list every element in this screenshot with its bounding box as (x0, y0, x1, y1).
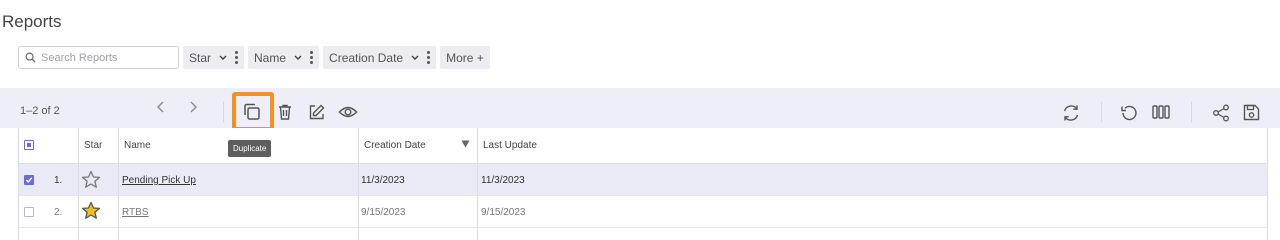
divider (1191, 102, 1192, 122)
creation-date-cell: 9/15/2023 (361, 207, 406, 218)
chevron-down-icon (219, 55, 227, 61)
star-outline-icon[interactable] (81, 170, 101, 194)
row-checkbox[interactable] (24, 207, 34, 217)
star-filled-icon[interactable] (81, 201, 101, 225)
kebab-menu-icon[interactable] (427, 51, 431, 64)
row-index: 2. (54, 207, 63, 218)
duplicate-icon[interactable] (242, 102, 262, 122)
creation-date-cell: 11/3/2023 (361, 175, 405, 186)
row-index: 1. (54, 175, 63, 186)
column-divider (118, 128, 119, 240)
chevron-down-icon (411, 55, 419, 61)
filter-bar: Star Name Creation Date More + (18, 46, 490, 69)
save-icon[interactable] (1242, 103, 1261, 122)
columns-icon[interactable] (1151, 104, 1171, 120)
search-box[interactable] (18, 46, 179, 69)
column-divider (477, 128, 478, 240)
divider (223, 102, 224, 122)
last-update-cell: 11/3/2023 (481, 175, 525, 186)
sort-desc-icon[interactable] (461, 135, 470, 153)
filter-star[interactable]: Star (183, 46, 245, 69)
filter-creation-date[interactable]: Creation Date (323, 46, 437, 69)
table-row[interactable]: 2. RTBS 9/15/2023 9/15/2023 (19, 196, 1267, 228)
filter-name-label: Name (254, 50, 287, 65)
search-input[interactable] (41, 51, 171, 64)
table-row[interactable]: 1. Pending Pick Up 11/3/2023 11/3/2023 (19, 164, 1267, 196)
grid-toolbar: 1–2 of 2 (0, 88, 1280, 131)
last-update-cell: 9/15/2023 (481, 207, 526, 218)
chevron-right-icon[interactable] (187, 100, 199, 114)
reports-table: Star Name Creation Date Last Update 1. P… (18, 128, 1268, 240)
page-title: Reports (2, 12, 62, 31)
column-header-name[interactable]: Name (124, 140, 151, 151)
column-header-creation-date[interactable]: Creation Date (364, 140, 426, 151)
report-name-link[interactable]: Pending Pick Up (122, 175, 196, 186)
tooltip: Duplicate (228, 140, 272, 157)
column-header-last-update[interactable]: Last Update (483, 140, 537, 151)
trash-icon[interactable] (276, 103, 294, 121)
column-divider (358, 128, 359, 240)
kebab-menu-icon[interactable] (235, 51, 239, 64)
more-filters-button[interactable]: More + (440, 46, 490, 69)
chevron-left-icon[interactable] (155, 100, 167, 114)
record-count: 1–2 of 2 (20, 105, 60, 117)
filter-star-label: Star (189, 50, 212, 65)
eye-icon[interactable] (338, 104, 358, 120)
share-icon[interactable] (1211, 103, 1231, 123)
refresh-icon[interactable] (1061, 103, 1081, 123)
undo-icon[interactable] (1119, 103, 1139, 123)
column-divider (78, 128, 79, 240)
edit-icon[interactable] (307, 103, 326, 122)
filter-name[interactable]: Name (248, 46, 320, 69)
row-checkbox[interactable] (24, 175, 34, 185)
divider (1101, 102, 1102, 122)
search-icon (25, 52, 36, 63)
table-header: Star Name Creation Date Last Update (19, 128, 1267, 164)
select-all-checkbox[interactable] (24, 140, 34, 150)
filter-creation-date-label: Creation Date (329, 50, 404, 65)
report-name-link[interactable]: RTBS (122, 207, 149, 218)
column-header-star[interactable]: Star (84, 140, 102, 151)
kebab-menu-icon[interactable] (310, 51, 314, 64)
chevron-down-icon (294, 55, 302, 61)
